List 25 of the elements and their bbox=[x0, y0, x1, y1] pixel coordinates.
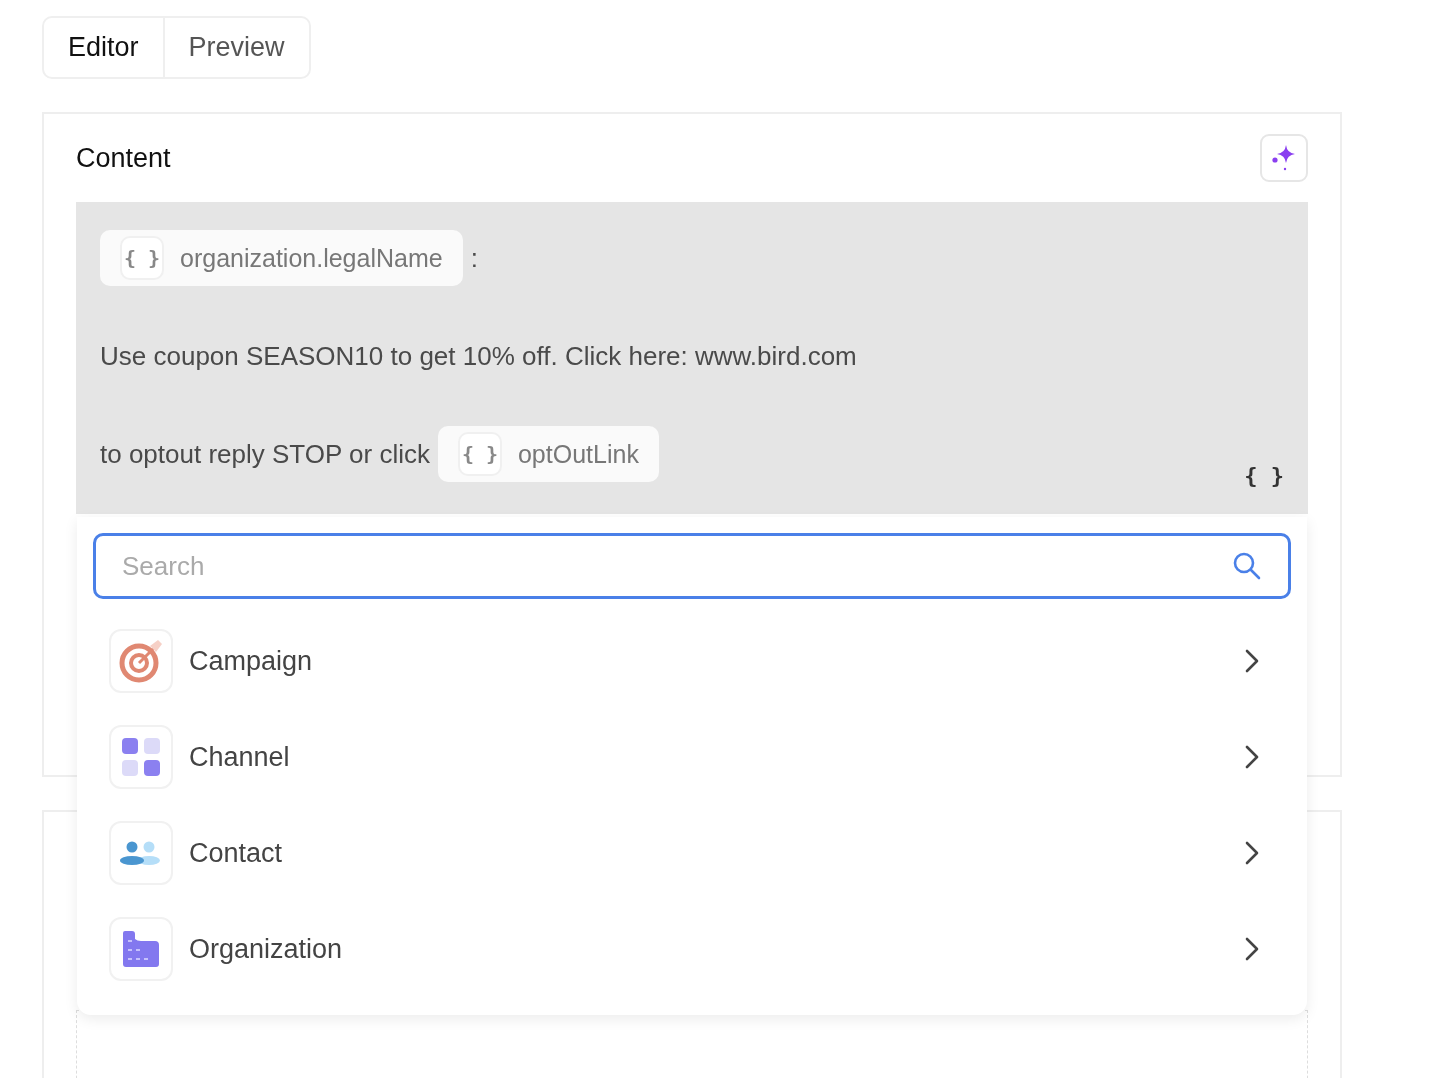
message-editor[interactable]: { } organization.legalName : Use coupon SEASON10 to get 10% off. Click here: www.bird.com to optout reply STOP or click { } optOutLink { } bbox=[76, 202, 1308, 514]
message-text: to optout reply STOP or click bbox=[100, 438, 430, 470]
braces-icon: { } bbox=[120, 236, 164, 280]
menu-item[interactable]: Contact bbox=[93, 805, 1291, 901]
section-title: Content bbox=[76, 142, 171, 174]
braces-icon: { } bbox=[457, 432, 502, 476]
menu-item[interactable]: Channel bbox=[93, 709, 1291, 805]
ai-button[interactable] bbox=[1260, 134, 1308, 182]
variable-chip[interactable]: { } organization.legalName bbox=[100, 230, 463, 286]
insert-variable-button[interactable]: { } bbox=[1244, 463, 1284, 488]
chevron-right-icon bbox=[1245, 937, 1259, 961]
message-text: : bbox=[470, 242, 478, 274]
menu-item[interactable]: Campaign bbox=[93, 613, 1291, 709]
message-text: Use coupon SEASON10 to get 10% off. Click here: www.bird.com bbox=[100, 340, 857, 372]
target-icon bbox=[118, 638, 164, 684]
search-icon bbox=[1233, 552, 1261, 580]
chevron-right-icon bbox=[1245, 841, 1259, 865]
menu-item[interactable]: Organization bbox=[93, 901, 1291, 997]
variable-chip[interactable]: { } optOutLink bbox=[437, 426, 659, 482]
search-field[interactable]: Search bbox=[93, 533, 1291, 599]
building-icon bbox=[123, 931, 159, 967]
chevron-right-icon bbox=[1245, 649, 1259, 673]
people-icon bbox=[120, 841, 162, 865]
chevron-right-icon bbox=[1245, 745, 1259, 769]
grid-icon bbox=[122, 738, 160, 776]
